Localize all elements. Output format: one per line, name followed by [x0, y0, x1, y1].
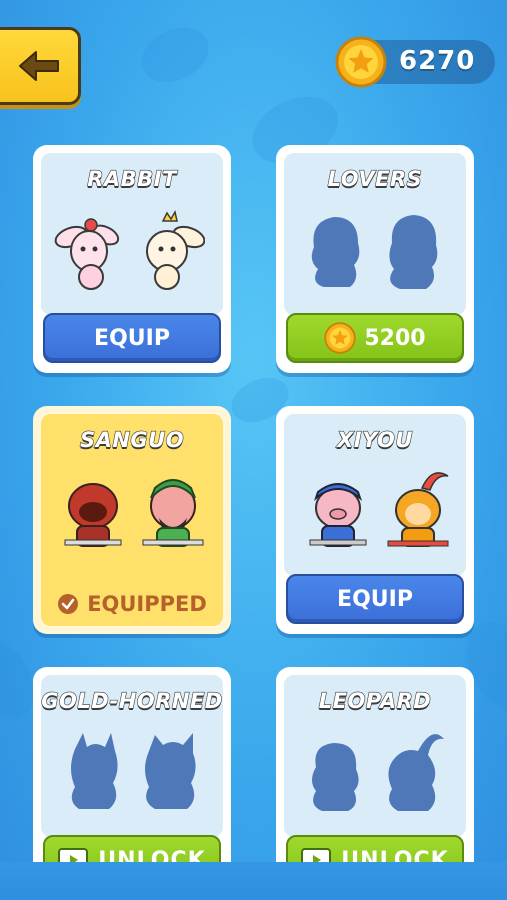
card-title: RABBIT	[87, 166, 177, 191]
character-preview	[33, 468, 231, 558]
equip-button[interactable]: EQUIP	[43, 313, 221, 363]
skin-card-xiyou[interactable]: XIYOU EQUIP	[276, 406, 474, 634]
card-title: LOVERS	[327, 166, 423, 191]
green-warrior-character	[142, 479, 204, 547]
equipped-status: EQUIPPED	[33, 592, 231, 616]
character-preview	[33, 729, 231, 819]
character-preview	[33, 207, 231, 297]
cream-rabbit-character	[146, 209, 205, 290]
coin-icon	[335, 36, 387, 88]
monkey-king-character	[387, 472, 449, 547]
bottom-edge-fade	[0, 862, 507, 900]
equip-button-label: EQUIP	[94, 325, 170, 351]
character-preview	[276, 468, 474, 558]
locked-character-silhouette	[71, 733, 118, 809]
back-button[interactable]	[0, 27, 81, 105]
skin-card-gold-horned[interactable]: GOLD-HORNED UNLOCK	[33, 667, 231, 895]
equipped-label: EQUIPPED	[87, 592, 207, 616]
card-title: XIYOU	[336, 427, 413, 452]
locked-character-silhouette	[389, 215, 438, 289]
coin-balance: 6270	[335, 36, 495, 88]
locked-character-silhouette	[312, 743, 359, 811]
equip-button[interactable]: EQUIP	[286, 574, 464, 624]
pink-rabbit-character	[54, 218, 120, 290]
skin-card-rabbit[interactable]: RABBIT EQUIP	[33, 145, 231, 373]
character-preview	[276, 729, 474, 819]
skin-card-leopard[interactable]: LEOPARD UNLOCK	[276, 667, 474, 895]
equip-button-label: EQUIP	[337, 586, 413, 612]
buy-button[interactable]: 5200	[286, 313, 464, 363]
locked-character-silhouette	[311, 217, 360, 287]
skin-card-lovers[interactable]: LOVERS 5200	[276, 145, 474, 373]
locked-character-silhouette	[145, 733, 196, 809]
arrow-left-icon	[19, 51, 59, 81]
coin-icon	[324, 322, 357, 354]
skin-card-sanguo[interactable]: SANGUO EQUIPPED	[33, 406, 231, 634]
card-title: SANGUO	[79, 427, 185, 452]
card-title: GOLD-HORNED	[41, 688, 223, 713]
background-pattern	[132, 17, 218, 93]
check-circle-icon	[58, 594, 79, 614]
pig-character	[309, 483, 367, 547]
card-title: LEOPARD	[318, 688, 432, 713]
character-preview	[276, 207, 474, 297]
red-warrior-character	[64, 483, 122, 547]
coin-count: 6270	[399, 46, 476, 76]
price-label: 5200	[364, 325, 426, 351]
locked-character-silhouette	[388, 734, 444, 811]
